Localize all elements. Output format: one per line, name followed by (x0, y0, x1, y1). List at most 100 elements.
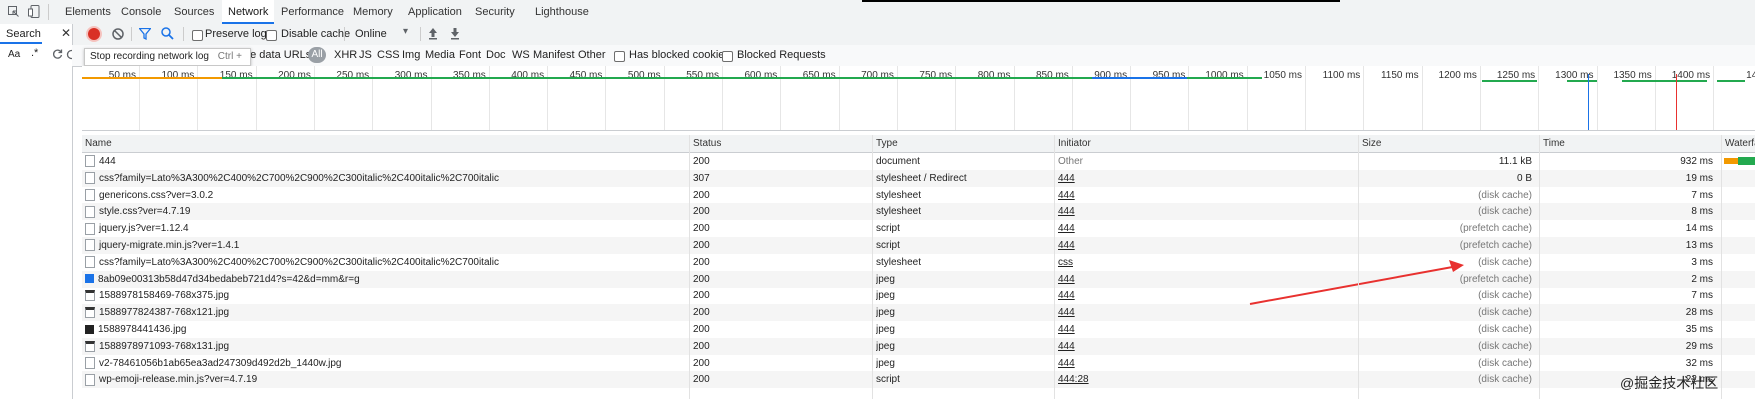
cell-initiator[interactable]: 444 (1058, 321, 1348, 338)
filter-type-js[interactable]: JS (359, 49, 372, 61)
filter-type-ws[interactable]: WS (512, 49, 530, 61)
close-icon[interactable]: ✕ (61, 26, 71, 40)
filter-type-media[interactable]: Media (425, 49, 455, 61)
col-size-header[interactable]: Size (1358, 135, 1381, 152)
column-divider[interactable] (1539, 135, 1540, 399)
cell-initiator[interactable]: 444 (1058, 220, 1348, 237)
filter-type-other[interactable]: Other (578, 49, 606, 61)
blocked-requests-checkbox[interactable] (722, 50, 733, 62)
cell-status: 200 (693, 357, 710, 369)
document-file-icon (85, 239, 95, 252)
tab-memory[interactable]: Memory (353, 0, 393, 24)
cell-initiator[interactable]: 444 (1058, 237, 1348, 254)
export-har-icon[interactable] (450, 27, 460, 40)
cell-initiator[interactable]: 444 (1058, 203, 1348, 220)
cell-status: 307 (693, 172, 710, 184)
col-type-header[interactable]: Type (872, 135, 898, 152)
table-row[interactable]: jquery.js?ver=1.12.4 200 script 444 (prefetc… (82, 220, 1755, 237)
table-row[interactable]: 1588977824387-768x121.jpg 200 jpeg 444 (disk… (82, 304, 1755, 322)
refresh-icon[interactable] (52, 49, 63, 60)
filter-type-doc[interactable]: Doc (486, 49, 506, 61)
cell-size: 11.1 kB (1498, 156, 1532, 167)
filter-type-all[interactable]: All (308, 47, 326, 63)
filter-type-manifest[interactable]: Manifest (533, 49, 575, 61)
column-divider[interactable] (1054, 135, 1055, 399)
image-file-icon (85, 290, 95, 302)
overview-tick-label: 250 ms (336, 70, 370, 81)
tab-security[interactable]: Security (475, 0, 515, 24)
filter-type-xhr[interactable]: XHR (334, 49, 357, 61)
col-name-header[interactable]: Name (82, 135, 112, 152)
clear-icon[interactable] (111, 27, 125, 41)
table-row[interactable]: wp-emoji-release.min.js?ver=4.7.19 200 scr… (82, 371, 1755, 389)
cell-name: 1588978441436.jpg (85, 321, 685, 338)
chevron-down-icon[interactable]: ▾ (403, 26, 408, 37)
filter-type-img[interactable]: Img (402, 49, 420, 61)
request-name: css?family=Lato%3A300%2C400%2C700%2C900%… (99, 172, 499, 184)
cell-size: (disk cache) (1478, 357, 1532, 369)
dom-content-loaded-marker (1588, 74, 1589, 130)
overview-request-bar (1717, 80, 1745, 82)
import-har-icon[interactable] (428, 27, 438, 40)
regex-button[interactable]: .* (31, 47, 38, 59)
overview-tick-label: 750 ms (919, 70, 953, 81)
cell-initiator[interactable]: 444 (1058, 187, 1348, 204)
column-divider[interactable] (872, 135, 873, 399)
filter-type-font[interactable]: Font (459, 49, 481, 61)
table-row[interactable]: 1588978441436.jpg 200 jpeg 444 (disk cache) 3… (82, 321, 1755, 338)
tab-performance[interactable]: Performance (281, 0, 344, 24)
cell-initiator[interactable]: 444 (1058, 170, 1348, 187)
col-time-header[interactable]: Time (1539, 135, 1565, 152)
tab-console[interactable]: Console (121, 0, 161, 24)
cell-initiator[interactable]: 444 (1058, 338, 1348, 355)
preserve-log-checkbox[interactable] (192, 29, 203, 41)
disable-cache-checkbox[interactable] (266, 29, 277, 41)
tab-application[interactable]: Application (408, 0, 462, 24)
table-row[interactable]: 8ab09e00313b58d47d34bedabeb721d4?s=42&d=… (82, 270, 1755, 288)
search-panel-label: Search (6, 28, 41, 40)
table-row[interactable]: jquery-migrate.min.js?ver=1.4.1 200 script… (82, 237, 1755, 254)
tab-lighthouse[interactable]: Lighthouse (535, 0, 589, 24)
match-case-button[interactable]: Aa (8, 49, 20, 60)
overview-gridline (1538, 66, 1540, 130)
preserve-log-label: Preserve log (205, 28, 267, 40)
tab-sources[interactable]: Sources (174, 0, 214, 24)
tab-elements[interactable]: Elements (65, 0, 111, 24)
col-waterfall-header[interactable]: Waterfall (1721, 135, 1755, 152)
table-row[interactable]: css?family=Lato%3A300%2C400%2C700%2C900%… (82, 254, 1755, 271)
table-row[interactable]: style.css?ver=4.7.19 200 stylesheet 444 (dis… (82, 203, 1755, 221)
inspect-element-icon[interactable] (8, 6, 19, 17)
table-row[interactable]: v2-78461056b1ab65ea3ad247309d492d2b_1440… (82, 355, 1755, 372)
has-blocked-cookies-checkbox[interactable] (614, 50, 625, 62)
col-status-header[interactable]: Status (689, 135, 721, 152)
overview-gridline (488, 66, 490, 130)
column-divider[interactable] (689, 135, 690, 399)
tab-network[interactable]: Network (222, 0, 275, 24)
cell-initiator[interactable]: 444:28 (1058, 371, 1348, 388)
overview-gridline (255, 66, 257, 130)
column-divider[interactable] (1721, 135, 1722, 399)
overview-tick-label: 300 ms (394, 70, 428, 81)
throttling-select[interactable]: Online (355, 28, 387, 40)
cell-type: script (876, 240, 900, 251)
table-row[interactable]: 1588978158469-768x375.jpg 200 jpeg 444 (disk… (82, 287, 1755, 304)
device-toolbar-icon[interactable] (28, 5, 40, 18)
filter-type-css[interactable]: CSS (377, 49, 400, 61)
search-icon[interactable] (161, 27, 174, 40)
cell-size: (disk cache) (1478, 189, 1532, 201)
table-row[interactable]: css?family=Lato%3A300%2C400%2C700%2C900%… (82, 169, 1755, 187)
table-row[interactable]: 444 200 document Other 11.1 kB 932 ms (82, 153, 1755, 170)
column-divider[interactable] (1358, 135, 1359, 399)
table-row[interactable]: genericons.css?ver=3.0.2 200 stylesheet 444… (82, 187, 1755, 204)
record-button[interactable] (88, 28, 100, 40)
cell-initiator: Other (1058, 156, 1084, 167)
search-panel-tab[interactable]: Search ✕ (0, 24, 73, 45)
cell-status: 200 (693, 290, 710, 302)
filter-icon[interactable] (138, 27, 152, 41)
document-file-icon (85, 222, 95, 235)
col-initiator-header[interactable]: Initiator (1054, 135, 1091, 152)
network-overview[interactable]: 50 ms 100 ms 150 ms 200 ms 250 ms 300 ms 350 m… (82, 66, 1755, 131)
table-row[interactable]: 1588978971093-768x131.jpg 200 jpeg 444 (disk… (82, 337, 1755, 355)
cell-initiator[interactable]: 444 (1058, 355, 1348, 372)
overview-gridline (896, 66, 898, 130)
